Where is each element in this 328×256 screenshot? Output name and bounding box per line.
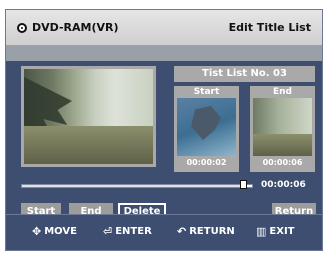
video-preview <box>21 66 156 167</box>
footer-bar: ✥ MOVE ⏎ ENTER ↶ RETURN ▥ EXIT <box>6 214 322 250</box>
footer-move-label: MOVE <box>44 226 77 237</box>
enter-icon: ⏎ <box>103 225 113 238</box>
title-list-number: Tist List No. 03 <box>174 66 315 82</box>
four-way-arrow-icon: ✥ <box>32 225 42 238</box>
preview-image <box>24 69 153 164</box>
footer-enter-label: ENTER <box>115 226 152 237</box>
start-thumbnail[interactable]: Start 00:00:02 <box>174 86 239 172</box>
dolphin-shape <box>191 106 221 140</box>
header-bar: DVD-RAM(VR) Edit Title List <box>6 10 322 45</box>
start-thumbnail-label: Start <box>193 87 220 97</box>
end-thumbnail-image <box>253 98 312 156</box>
start-thumbnail-image <box>177 98 236 156</box>
footer-exit-label: EXIT <box>269 226 295 237</box>
playback-progress-fill <box>22 185 245 187</box>
start-thumbnail-time: 00:00:02 <box>186 158 227 167</box>
disc-icon <box>17 23 27 33</box>
playback-progress-track[interactable] <box>21 184 253 188</box>
end-thumbnail-time: 00:00:06 <box>262 158 303 167</box>
footer-enter: ⏎ ENTER <box>103 225 152 238</box>
playback-time: 00:00:06 <box>261 180 306 190</box>
disc-label: DVD-RAM(VR) <box>32 21 119 34</box>
info-bar <box>6 45 322 61</box>
footer-return: ↶ RETURN <box>177 225 235 238</box>
screen-title: Edit Title List <box>228 21 311 34</box>
end-grass-shape <box>253 134 312 156</box>
end-thumbnail[interactable]: End 00:00:06 <box>250 86 315 172</box>
footer-exit: ▥ EXIT <box>256 225 295 238</box>
footer-move: ✥ MOVE <box>32 225 77 238</box>
playback-position-marker[interactable] <box>240 180 248 189</box>
end-thumbnail-label: End <box>273 87 292 97</box>
return-arrow-icon: ↶ <box>177 225 187 238</box>
dvd-osd-screen: DVD-RAM(VR) Edit Title List Tist List No… <box>5 9 323 251</box>
menu-exit-icon: ▥ <box>256 225 267 238</box>
preview-grass-shape <box>24 126 153 164</box>
footer-return-label: RETURN <box>189 226 235 237</box>
